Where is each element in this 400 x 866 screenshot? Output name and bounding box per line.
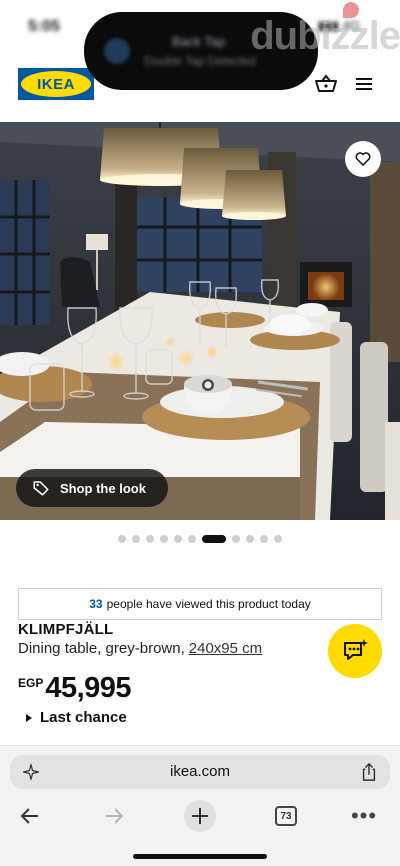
carousel-dots[interactable] <box>0 535 400 543</box>
address-bar[interactable]: ikea.com <box>10 755 390 789</box>
favourite-button[interactable] <box>345 141 381 177</box>
product-description: Dining table, grey-brown, 240x95 cm <box>18 640 262 657</box>
tabs-icon[interactable]: 73 <box>268 798 304 834</box>
price-currency: EGP <box>18 676 44 690</box>
last-chance-status: Last chance <box>26 709 127 726</box>
browser-bottom-bar: ikea.com 73 ••• <box>0 745 400 866</box>
chat-sparkle-icon <box>344 639 368 660</box>
new-tab-icon[interactable] <box>182 798 218 834</box>
dining-room-photo <box>0 122 400 520</box>
carousel-dot[interactable] <box>260 535 268 543</box>
triangle-icon <box>26 713 32 722</box>
carousel-dot[interactable] <box>174 535 182 543</box>
viewed-text: people have viewed this product today <box>106 597 311 611</box>
price-amount: 45,995 <box>45 672 132 704</box>
product-name: KLIMPFJÄLL <box>18 621 114 638</box>
product-size-link[interactable]: 240x95 cm <box>189 640 262 657</box>
browser-toolbar: 73 ••• <box>0 798 400 834</box>
back-arrow-icon[interactable] <box>12 798 48 834</box>
last-chance-label: Last chance <box>40 709 127 726</box>
carousel-dot[interactable] <box>246 535 254 543</box>
forward-arrow-icon[interactable] <box>96 798 132 834</box>
carousel-dot[interactable] <box>232 535 240 543</box>
status-time: 5:05 <box>28 18 61 35</box>
chat-button[interactable] <box>328 624 382 678</box>
carousel-dot[interactable] <box>188 535 196 543</box>
tab-count: 73 <box>275 806 297 826</box>
viewed-count-banner: 33 people have viewed this product today <box>18 588 382 620</box>
more-options-icon[interactable]: ••• <box>346 798 382 834</box>
ikea-logo[interactable]: IKEA <box>18 68 94 100</box>
carousel-dot[interactable] <box>274 535 282 543</box>
watermark: dubizzle <box>250 2 400 59</box>
heart-icon <box>355 152 371 166</box>
carousel-dot[interactable] <box>146 535 154 543</box>
carousel-dot[interactable] <box>160 535 168 543</box>
url-text: ikea.com <box>169 763 231 780</box>
island-title: Back Tap <box>172 34 226 49</box>
watermark-text: dubizzle <box>250 14 400 58</box>
island-subtitle: Double Tap Detected <box>144 54 256 68</box>
product-description-text: Dining table, grey-brown, <box>18 640 185 657</box>
viewed-count: 33 <box>89 597 103 611</box>
carousel-dot[interactable] <box>132 535 140 543</box>
accessibility-icon <box>104 38 130 64</box>
home-indicator[interactable] <box>133 854 267 859</box>
tag-icon <box>33 481 49 496</box>
product-hero-image[interactable] <box>0 122 400 520</box>
carousel-dot[interactable] <box>118 535 126 543</box>
shopping-basket-icon[interactable] <box>314 72 338 96</box>
shop-the-look-button[interactable]: Shop the look <box>16 469 168 507</box>
logo-text: IKEA <box>37 75 75 93</box>
carousel-dot-active[interactable] <box>202 535 226 543</box>
shop-the-look-label: Shop the look <box>60 480 146 496</box>
share-icon[interactable] <box>360 762 378 782</box>
product-price: EGP 45,995 <box>18 672 132 705</box>
hamburger-menu-icon[interactable] <box>352 72 376 96</box>
